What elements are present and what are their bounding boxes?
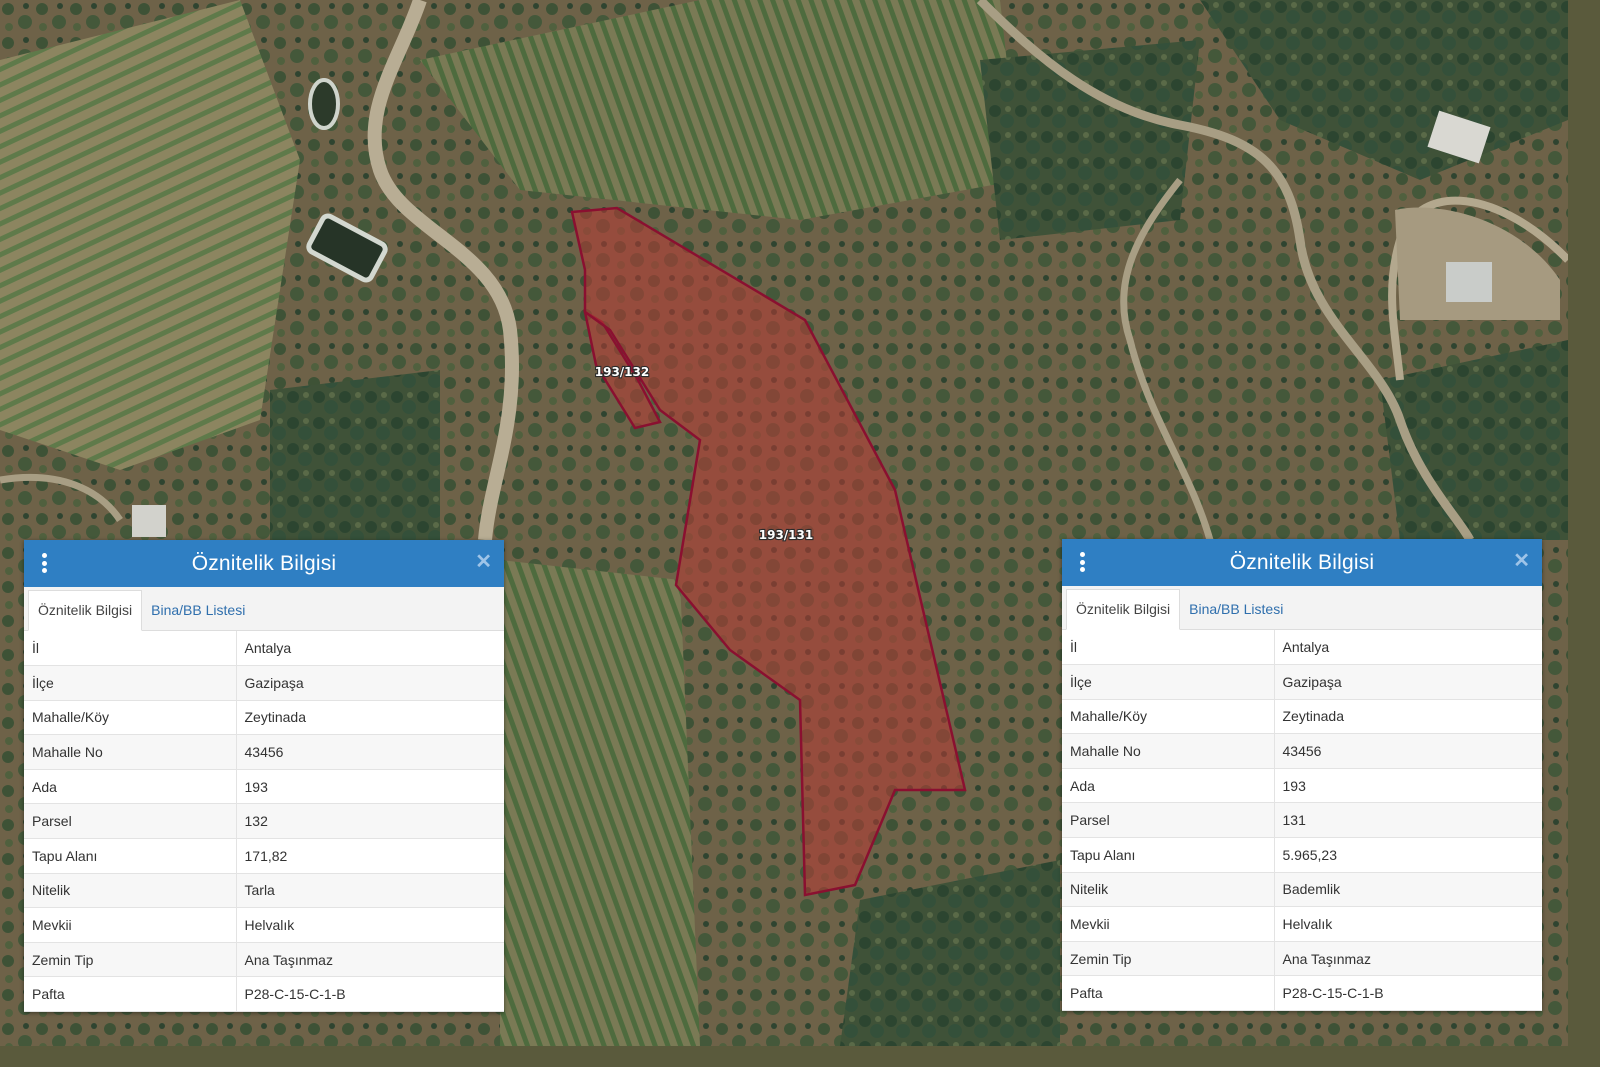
table-row: Mevkii Helvalık: [24, 907, 504, 943]
attribute-value: 132: [236, 803, 504, 840]
attribute-value: 193: [236, 769, 504, 805]
attribute-key: Parsel: [1062, 802, 1275, 839]
attribute-key: İl: [1062, 630, 1275, 666]
table-row: İlçe Gazipaşa: [24, 665, 504, 701]
attribute-key: Zemin Tip: [1062, 941, 1275, 977]
kebab-menu-icon[interactable]: [1080, 552, 1086, 572]
table-row: Parsel 131: [1062, 802, 1542, 839]
attribute-value: Antalya: [236, 631, 504, 667]
table-row: Mahalle No 43456: [1062, 733, 1542, 769]
attribute-value: Bademlik: [1274, 872, 1542, 908]
attribute-key: Zemin Tip: [24, 942, 237, 978]
attribute-key: Mahalle/Köy: [1062, 699, 1275, 735]
close-icon[interactable]: ✕: [1513, 551, 1530, 571]
attribute-value: Antalya: [1274, 630, 1542, 666]
attribute-key: Nitelik: [1062, 872, 1275, 908]
table-row: İlçe Gazipaşa: [1062, 664, 1542, 700]
parcel-label-193-132: 193/132: [595, 365, 649, 379]
attribute-value: Gazipaşa: [1274, 664, 1542, 700]
attribute-key: Mevkii: [24, 907, 237, 943]
parcel-label-193-131: 193/131: [759, 528, 813, 542]
attribute-value: Ana Taşınmaz: [236, 942, 504, 978]
attribute-value: 43456: [1274, 733, 1542, 769]
table-row: Mahalle No 43456: [24, 734, 504, 770]
attribute-value: 5.965,23: [1274, 837, 1542, 873]
panel-header: Öznitelik Bilgisi ✕: [24, 540, 504, 587]
attribute-value: Gazipaşa: [236, 665, 504, 701]
attribute-key: Ada: [24, 769, 237, 805]
table-row: Tapu Alanı 171,82: [24, 838, 504, 874]
attribute-panel-parcel-132: Öznitelik Bilgisi ✕ Öznitelik Bilgisi Bi…: [24, 540, 504, 1013]
attribute-key: İl: [24, 631, 237, 667]
attribute-value: Zeytinada: [236, 700, 504, 736]
table-row: Nitelik Bademlik: [1062, 872, 1542, 908]
attribute-key: Mahalle/Köy: [24, 700, 237, 736]
attribute-key: İlçe: [24, 665, 237, 701]
attribute-key: Ada: [1062, 768, 1275, 804]
attribute-key: Mevkii: [1062, 906, 1275, 942]
panel-tabs: Öznitelik Bilgisi Bina/BB Listesi: [1062, 586, 1542, 630]
table-row: İl Antalya: [24, 631, 504, 667]
attribute-key: Parsel: [24, 803, 237, 840]
table-row: Pafta P28-C-15-C-1-B: [24, 976, 504, 1013]
tab-building-list[interactable]: Bina/BB Listesi: [1180, 590, 1292, 629]
table-row: Zemin Tip Ana Taşınmaz: [1062, 941, 1542, 977]
attribute-key: İlçe: [1062, 664, 1275, 700]
tab-attribute-info[interactable]: Öznitelik Bilgisi: [1066, 589, 1181, 630]
attribute-value: 193: [1274, 768, 1542, 804]
table-row: İl Antalya: [1062, 630, 1542, 666]
table-row: Zemin Tip Ana Taşınmaz: [24, 942, 504, 978]
panel-tabs: Öznitelik Bilgisi Bina/BB Listesi: [24, 587, 504, 631]
panel-title: Öznitelik Bilgisi: [1229, 550, 1375, 574]
table-row: Mahalle/Köy Zeytinada: [1062, 699, 1542, 735]
attribute-key: Mahalle No: [1062, 733, 1275, 769]
tab-building-list[interactable]: Bina/BB Listesi: [142, 591, 254, 630]
attribute-value: Ana Taşınmaz: [1274, 941, 1542, 977]
attribute-table: İl Antalya İlçe Gazipaşa Mahalle/Köy Zeytin…: [24, 631, 504, 1013]
panel-title: Öznitelik Bilgisi: [191, 551, 337, 575]
attribute-value: Tarla: [236, 873, 504, 909]
table-row: Ada 193: [24, 769, 504, 805]
attribute-value: Helvalık: [236, 907, 504, 943]
attribute-key: Pafta: [1062, 975, 1275, 1012]
attribute-key: Tapu Alanı: [1062, 837, 1275, 873]
attribute-value: P28-C-15-C-1-B: [1274, 975, 1542, 1012]
panel-header: Öznitelik Bilgisi ✕: [1062, 539, 1542, 586]
table-row: Mahalle/Köy Zeytinada: [24, 700, 504, 736]
table-row: Parsel 132: [24, 803, 504, 840]
attribute-value: Helvalık: [1274, 906, 1542, 942]
attribute-panel-parcel-131: Öznitelik Bilgisi ✕ Öznitelik Bilgisi Bi…: [1062, 539, 1542, 1012]
kebab-menu-icon[interactable]: [42, 553, 48, 573]
attribute-value: 131: [1274, 802, 1542, 839]
attribute-table: İl Antalya İlçe Gazipaşa Mahalle/Köy Zeytin…: [1062, 630, 1542, 1012]
table-row: Mevkii Helvalık: [1062, 906, 1542, 942]
attribute-key: Mahalle No: [24, 734, 237, 770]
table-row: Nitelik Tarla: [24, 873, 504, 909]
table-row: Ada 193: [1062, 768, 1542, 804]
tab-attribute-info[interactable]: Öznitelik Bilgisi: [28, 590, 143, 631]
table-row: Pafta P28-C-15-C-1-B: [1062, 975, 1542, 1012]
attribute-key: Tapu Alanı: [24, 838, 237, 874]
attribute-key: Pafta: [24, 976, 237, 1013]
attribute-value: Zeytinada: [1274, 699, 1542, 735]
table-row: Tapu Alanı 5.965,23: [1062, 837, 1542, 873]
attribute-value: 171,82: [236, 838, 504, 874]
attribute-key: Nitelik: [24, 873, 237, 909]
attribute-value: 43456: [236, 734, 504, 770]
close-icon[interactable]: ✕: [475, 552, 492, 572]
attribute-value: P28-C-15-C-1-B: [236, 976, 504, 1013]
